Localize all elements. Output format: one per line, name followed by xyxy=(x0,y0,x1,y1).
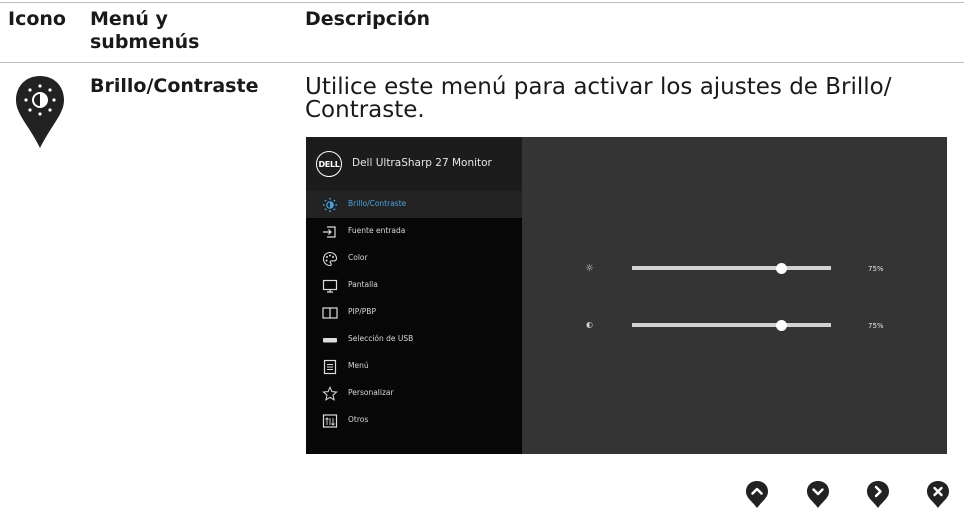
right-arrow-icon[interactable] xyxy=(866,480,890,509)
osd-menu-label: Pantalla xyxy=(348,280,378,289)
header-description-column: Descripción xyxy=(305,8,431,30)
osd-menu-item-fuente-entrada[interactable]: Fuente entrada xyxy=(306,218,522,245)
osd-menu-label: PIP/PBP xyxy=(348,307,376,316)
brightness-slider-knob[interactable] xyxy=(775,263,787,274)
brightness-slider-icon: ☼ xyxy=(585,263,594,274)
brightness-value: 75% xyxy=(868,265,884,273)
contrast-slider-track[interactable] xyxy=(632,323,831,327)
input-source-icon xyxy=(323,226,336,238)
color-palette-icon xyxy=(322,251,338,267)
close-icon[interactable] xyxy=(926,480,950,509)
row-title: Brillo/Contraste xyxy=(90,75,259,97)
header-menu-text: Menú y submenús xyxy=(90,8,200,53)
osd-menu-item-brillo-contraste[interactable]: Brillo/Contraste xyxy=(306,191,522,218)
row-description: Utilice este menú para activar los ajust… xyxy=(305,74,892,123)
osd-menu-label: Selección de USB xyxy=(348,334,414,343)
up-arrow-icon[interactable] xyxy=(745,480,769,509)
osd-header: DELL Dell UltraSharp 27 Monitor xyxy=(306,137,522,191)
osd-title: Dell UltraSharp 27 Monitor xyxy=(352,157,492,169)
osd-menu-item-pantalla[interactable]: Pantalla xyxy=(306,272,522,299)
osd-menu-item-personalizar[interactable]: Personalizar xyxy=(306,380,522,407)
dell-logo: DELL xyxy=(316,151,342,177)
menu-icon xyxy=(323,359,337,375)
brightness-icon xyxy=(322,197,338,213)
osd-menu-item-seleccion-usb[interactable]: Selección de USB xyxy=(306,326,522,353)
contrast-slider-icon: ◐ xyxy=(586,320,593,329)
contrast-value: 75% xyxy=(868,322,884,330)
top-rule xyxy=(0,2,964,3)
header-menu-column: Menú y submenús xyxy=(90,8,240,54)
star-icon xyxy=(322,386,338,401)
brightness-pin-icon xyxy=(16,76,64,148)
header-divider xyxy=(0,62,964,63)
osd-menu-label: Brillo/Contraste xyxy=(348,199,407,208)
osd-menu-item-color[interactable]: Color xyxy=(306,245,522,272)
osd-menu-item-otros[interactable]: Otros xyxy=(306,407,522,434)
usb-icon xyxy=(323,338,337,343)
osd-menu-label: Personalizar xyxy=(348,388,394,397)
osd-menu-item-menu[interactable]: Menú xyxy=(306,353,522,380)
header-icon-column: Icono xyxy=(8,8,66,30)
contrast-slider-knob[interactable] xyxy=(775,320,787,331)
down-arrow-icon[interactable] xyxy=(806,480,830,509)
others-icon xyxy=(322,414,338,428)
monitor-icon xyxy=(322,279,338,293)
osd-menu-label: Fuente entrada xyxy=(348,226,406,235)
osd-menu-label: Menú xyxy=(348,361,369,370)
osd-menu-label: Color xyxy=(348,253,368,262)
pip-icon xyxy=(322,307,338,319)
brightness-slider-track[interactable] xyxy=(632,266,831,270)
osd-menu-item-pip-pbp[interactable]: PIP/PBP xyxy=(306,299,522,326)
osd-screen: DELL Dell UltraSharp 27 Monitor Brillo/C… xyxy=(306,137,947,454)
osd-menu-label: Otros xyxy=(348,415,369,424)
